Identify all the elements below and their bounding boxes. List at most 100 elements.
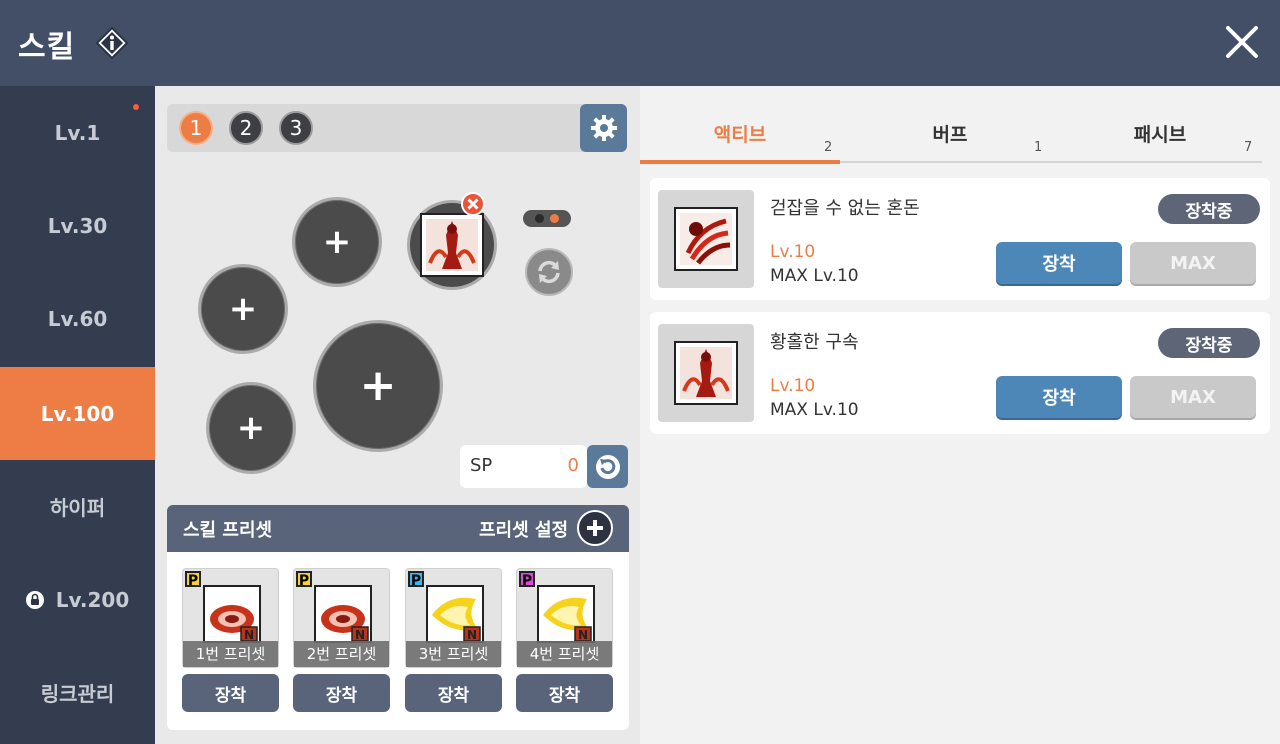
- preset-badge: P: [296, 571, 312, 589]
- info-icon[interactable]: [96, 27, 128, 59]
- empty-skill-slot[interactable]: +: [198, 264, 288, 354]
- sidebar-item-lv200[interactable]: Lv.200: [0, 553, 155, 646]
- slot-page-3-button[interactable]: 3: [279, 111, 313, 145]
- chaos-claw-skill-icon: [674, 207, 738, 271]
- preset-card-1[interactable]: P N 1번 프리셋: [182, 568, 279, 668]
- preset-2-equip-button[interactable]: 장착: [293, 674, 390, 712]
- max-level-button: MAX: [1130, 242, 1256, 284]
- skill-name: 황홀한 구속: [770, 332, 859, 353]
- sidebar-item-lv1[interactable]: Lv.1: [0, 86, 155, 179]
- preset-badge: P: [185, 571, 201, 589]
- sidebar-item-hyper[interactable]: 하이퍼: [0, 460, 155, 553]
- equip-button[interactable]: 장착: [996, 242, 1122, 284]
- tab-count: 2: [824, 140, 833, 155]
- max-level-button: MAX: [1130, 376, 1256, 418]
- sidebar-item-lv30[interactable]: Lv.30: [0, 179, 155, 272]
- preset-caption: 4번 프리셋: [517, 641, 612, 667]
- toggle-dot-off: [535, 214, 544, 223]
- preset-add-button[interactable]: [577, 510, 613, 546]
- gold-skill-icon: N: [537, 585, 595, 643]
- tab-count: 7: [1244, 140, 1253, 155]
- preset-1-equip-button[interactable]: 장착: [182, 674, 279, 712]
- skill-name: 걷잡을 수 없는 혼돈: [770, 198, 920, 219]
- top-bar: 스킬: [0, 0, 1280, 86]
- swap-button[interactable]: [525, 248, 573, 296]
- slot-page-1-button[interactable]: 1: [179, 111, 213, 145]
- preset-3-equip-button[interactable]: 장착: [405, 674, 502, 712]
- skill-icon-box: [658, 324, 754, 422]
- skill-row: 걷잡을 수 없는 혼돈 Lv.10 MAX Lv.10 장착중 장착 MAX: [650, 178, 1270, 300]
- preset-card-2[interactable]: P N 2번 프리셋: [293, 568, 390, 668]
- preset-4-equip-button[interactable]: 장착: [516, 674, 613, 712]
- level-sidebar: Lv.1 Lv.30 Lv.60 Lv.100 하이퍼 Lv.200 링크관리: [0, 86, 155, 744]
- svg-text:N: N: [244, 628, 254, 642]
- svg-text:N: N: [355, 628, 365, 642]
- plus-icon: +: [322, 222, 352, 262]
- sp-reset-button[interactable]: [587, 445, 628, 488]
- sidebar-item-label: Lv.60: [47, 306, 108, 331]
- tab-label: 패시브: [1133, 124, 1187, 146]
- preset-card-3[interactable]: P N 3번 프리셋: [405, 568, 502, 668]
- gold-skill-icon: N: [426, 585, 484, 643]
- preset-caption: 2번 프리셋: [294, 641, 389, 667]
- rapture-bind-skill-icon: [674, 341, 738, 405]
- preset-card-4[interactable]: P N 4번 프리셋: [516, 568, 613, 668]
- skill-max-level: MAX Lv.10: [770, 266, 859, 286]
- sidebar-item-label: 링크관리: [40, 682, 115, 706]
- sp-display: SP 0: [460, 445, 587, 488]
- tab-buff[interactable]: 버프 1: [850, 86, 1060, 164]
- preset-badge: P: [408, 571, 424, 589]
- skill-level: Lv.10: [770, 242, 816, 262]
- tab-passive[interactable]: 패시브 7: [1060, 86, 1270, 164]
- svg-text:N: N: [467, 628, 477, 642]
- remove-skill-icon[interactable]: [461, 192, 485, 216]
- sidebar-item-lv100[interactable]: Lv.100: [0, 367, 155, 460]
- slot-page-bar: 1 2 3: [167, 104, 627, 152]
- tab-count: 1: [1034, 140, 1043, 155]
- lock-icon: [25, 590, 44, 609]
- empty-skill-slot[interactable]: +: [292, 197, 382, 287]
- swap-icon: [538, 260, 560, 284]
- gear-icon: [590, 115, 617, 141]
- auto-toggle[interactable]: [523, 210, 571, 227]
- page-title: 스킬: [18, 30, 76, 65]
- sidebar-item-lv60[interactable]: Lv.60: [0, 272, 155, 365]
- preset-caption: 1번 프리셋: [183, 641, 278, 667]
- active-tab-indicator: [640, 160, 840, 164]
- new-notification-dot: [133, 104, 139, 110]
- skill-row: 황홀한 구속 Lv.10 MAX Lv.10 장착중 장착 MAX: [650, 312, 1270, 434]
- preset-settings-label: 프리셋 설정: [479, 520, 569, 541]
- refresh-icon: [595, 454, 620, 479]
- close-icon[interactable]: [1222, 22, 1262, 62]
- skill-level: Lv.10: [770, 376, 816, 396]
- skill-preset-panel: 스킬 프리셋 프리셋 설정 P N 1번 프리셋 P N 2번 프리셋 P N …: [167, 505, 629, 730]
- sp-label: SP: [470, 455, 493, 476]
- slot-page-2-button[interactable]: 2: [229, 111, 263, 145]
- preset-caption: 3번 프리셋: [406, 641, 501, 667]
- sidebar-item-label: Lv.200: [55, 587, 130, 612]
- plus-icon: +: [228, 289, 258, 329]
- sidebar-item-label: 하이퍼: [49, 496, 106, 520]
- tab-active[interactable]: 액티브 2: [640, 86, 850, 164]
- rapture-bind-skill-icon: [420, 213, 484, 277]
- chaos-skill-icon: N: [203, 585, 261, 643]
- sp-value: 0: [567, 455, 579, 476]
- sidebar-item-label: Lv.1: [54, 120, 101, 145]
- tab-label: 액티브: [713, 124, 767, 146]
- empty-skill-slot[interactable]: +: [206, 382, 296, 474]
- equip-button[interactable]: 장착: [996, 376, 1122, 418]
- equipped-status-badge: 장착중: [1158, 194, 1260, 224]
- preset-badge: P: [519, 571, 535, 589]
- main-skill-slot[interactable]: +: [313, 320, 443, 452]
- tab-label: 버프: [932, 124, 968, 146]
- sidebar-item-link-manage[interactable]: 링크관리: [0, 646, 155, 739]
- preset-header: 스킬 프리셋 프리셋 설정: [167, 505, 629, 552]
- plus-icon: [587, 520, 603, 536]
- equipped-status-badge: 장착중: [1158, 328, 1260, 358]
- plus-icon: +: [359, 360, 397, 411]
- skill-icon-box: [658, 190, 754, 288]
- preset-title: 스킬 프리셋: [183, 520, 273, 541]
- settings-button[interactable]: [580, 104, 627, 152]
- toggle-dot-on: [550, 214, 559, 223]
- svg-text:N: N: [578, 628, 588, 642]
